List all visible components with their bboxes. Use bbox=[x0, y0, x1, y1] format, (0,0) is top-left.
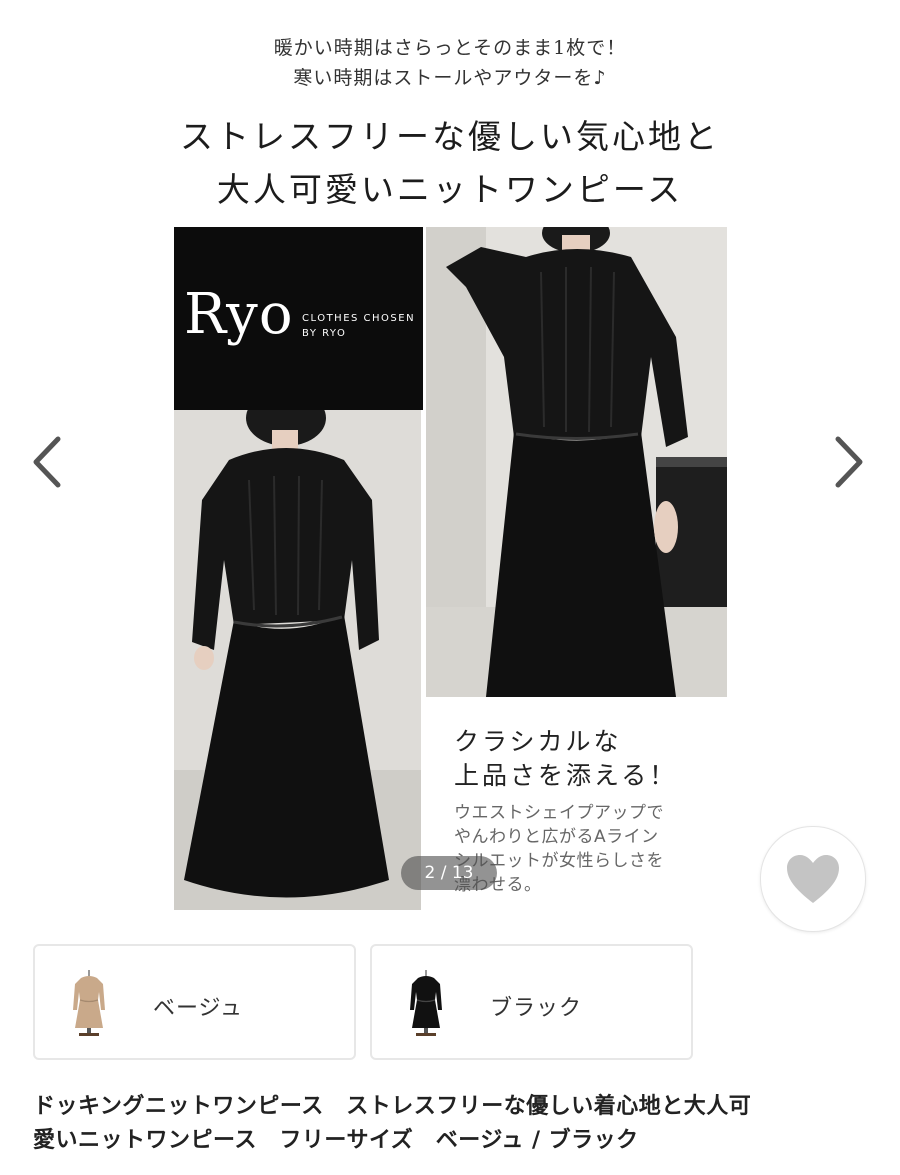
heart-icon bbox=[787, 855, 839, 903]
lead-line-2: 寒い時期はストールやアウターを♪ bbox=[293, 67, 607, 89]
chevron-right-icon bbox=[835, 436, 863, 488]
beige-dress-thumbnail bbox=[73, 970, 105, 1036]
chevron-left-icon bbox=[33, 436, 61, 488]
headline-line-1: ストレスフリーな優しい気心地と bbox=[180, 117, 720, 156]
feature-title: クラシカルな 上品さを添える！ bbox=[454, 727, 678, 790]
variant-label-beige: ベージュ bbox=[153, 996, 244, 1021]
gallery-lead-text: 暖かい時期はさらっとそのまま1枚で！ 寒い時期はストールやアウターを♪ bbox=[0, 33, 900, 93]
product-image-gallery[interactable]: 暖かい時期はさらっとそのまま1枚で！ 寒い時期はストールやアウターを♪ ストレス… bbox=[0, 0, 900, 930]
brand-logo-block: Ryo CLOTHES CHOSEN BY RYO bbox=[174, 227, 423, 410]
favorite-button[interactable] bbox=[760, 826, 866, 932]
headline-line-2: 大人可愛いニットワンピース bbox=[216, 170, 684, 209]
product-title: ドッキングニットワンピース ストレスフリーな優しい着心地と大人可 愛いニットワン… bbox=[33, 1094, 752, 1153]
model-front-illustration bbox=[174, 410, 421, 910]
black-dress-thumbnail bbox=[410, 970, 442, 1036]
gallery-prev-button[interactable] bbox=[28, 433, 68, 491]
gallery-next-button[interactable] bbox=[828, 433, 868, 491]
brand-logo: Ryo bbox=[184, 282, 294, 347]
gallery-headline: ストレスフリーな優しい気心地と 大人可愛いニットワンピース bbox=[0, 110, 900, 216]
gallery-page-counter: 2 / 13 bbox=[401, 856, 497, 890]
variant-label-black: ブラック bbox=[490, 996, 583, 1021]
lead-line-1: 暖かい時期はさらっとそのまま1枚で！ bbox=[273, 37, 627, 59]
model-side-illustration bbox=[426, 227, 727, 697]
model-photo-front bbox=[174, 410, 421, 910]
brand-tagline-line-2: BY RYO bbox=[302, 328, 347, 339]
variant-option-black[interactable]: ブラック bbox=[370, 944, 693, 1060]
model-photo-side bbox=[426, 227, 727, 697]
brand-tagline: CLOTHES CHOSEN BY RYO bbox=[302, 311, 415, 341]
brand-tagline-line-1: CLOTHES CHOSEN bbox=[302, 313, 416, 324]
variant-option-beige[interactable]: ベージュ bbox=[33, 944, 356, 1060]
product-photo-collage: Ryo CLOTHES CHOSEN BY RYO クラシカルな 上品さを添える… bbox=[174, 227, 727, 910]
